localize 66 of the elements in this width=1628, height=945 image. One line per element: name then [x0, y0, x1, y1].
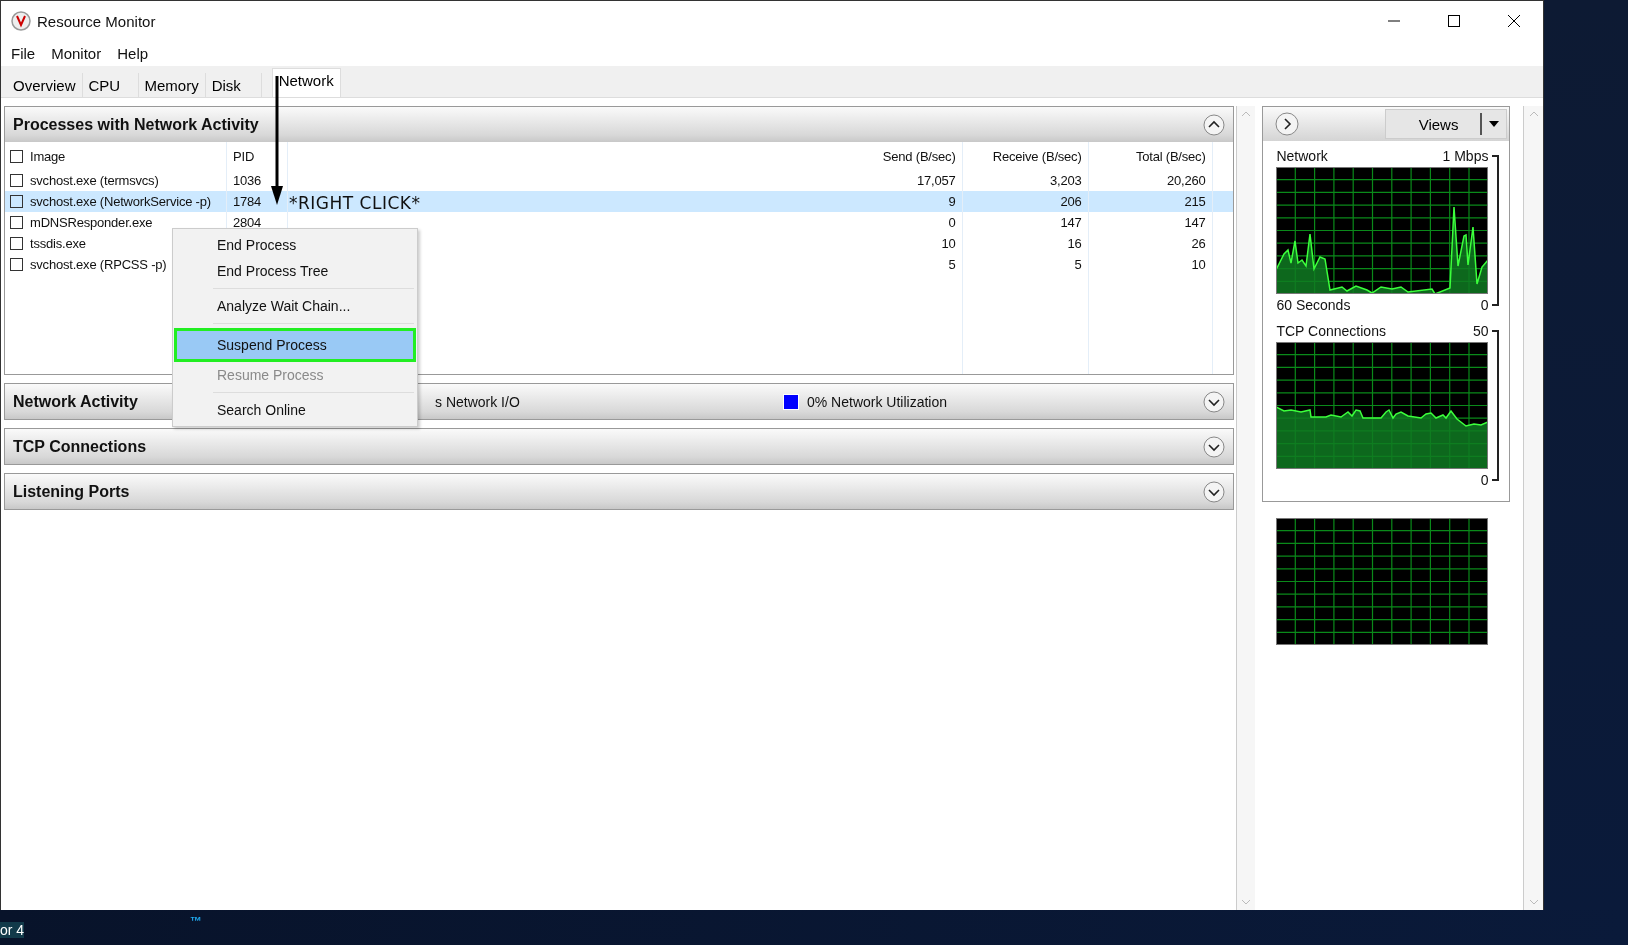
scale-max: 1 Mbps	[1442, 148, 1489, 164]
table-cell: 0	[948, 215, 956, 230]
dropdown-icon	[1488, 120, 1501, 128]
expand-button[interactable]	[1275, 112, 1300, 136]
table-cell: 10	[1191, 257, 1206, 272]
graph-title: Network	[1276, 148, 1328, 164]
app-icon	[11, 11, 31, 31]
table-cell: 215	[1184, 194, 1206, 209]
desktop-text: or 4	[0, 922, 25, 938]
section-header[interactable]: Listening Ports	[5, 474, 1233, 509]
menu-item[interactable]: End Process Tree	[174, 258, 416, 284]
expand-icon[interactable]	[1202, 390, 1225, 413]
table-cell: 5	[1074, 257, 1082, 272]
checkbox[interactable]	[10, 237, 23, 250]
table-cell: 1784	[233, 194, 262, 209]
checkbox[interactable]	[10, 195, 23, 208]
menu-item[interactable]: File	[11, 45, 36, 62]
table-cell: 17,057	[917, 173, 956, 188]
table-cell: tssdis.exe	[30, 236, 86, 251]
table-cell: 16	[1067, 236, 1082, 251]
table-cell: 206	[1060, 194, 1082, 209]
checkbox[interactable]	[10, 258, 23, 271]
checkbox[interactable]	[10, 216, 23, 229]
table-cell: 9	[948, 194, 956, 209]
table-cell: 147	[1184, 215, 1206, 230]
table-cell: 147	[1060, 215, 1082, 230]
menu-item[interactable]: End Process	[174, 232, 416, 258]
collapse-icon[interactable]	[1202, 113, 1225, 136]
scale-min: 0	[1480, 472, 1489, 488]
menu-item[interactable]: Help	[117, 45, 149, 62]
table-cell: 5	[948, 257, 956, 272]
column-header[interactable]: Image	[30, 148, 66, 164]
scale-min: 0	[1480, 297, 1489, 313]
table-cell: 20,260	[1167, 173, 1206, 188]
time-span-label: 60 Seconds	[1276, 297, 1351, 313]
table-cell: 2804	[233, 215, 262, 230]
column-header[interactable]: Total (B/sec)	[1135, 148, 1206, 164]
column-header[interactable]: PID	[233, 148, 255, 164]
expand-icon[interactable]	[1202, 435, 1225, 458]
tab[interactable]: Network	[271, 68, 341, 97]
column-header[interactable]: Receive (B/sec)	[992, 148, 1082, 164]
maximize-icon	[1447, 14, 1461, 28]
table-cell: 1036	[233, 173, 262, 188]
trademark-sign: ™	[190, 914, 202, 928]
checkbox[interactable]	[10, 149, 23, 163]
expand-icon[interactable]	[1202, 480, 1225, 503]
graph-title: TCP Connections	[1276, 323, 1386, 339]
window-title: Resource Monitor	[37, 12, 156, 30]
section-header[interactable]: Processes with Network Activity	[5, 107, 1233, 142]
table-cell: svchost.exe (NetworkService -p)	[30, 194, 211, 209]
menu-item[interactable]: Monitor	[51, 45, 102, 62]
table-cell: 10	[941, 236, 956, 251]
column-header[interactable]: Send (B/sec)	[882, 148, 956, 164]
table-cell: 3,203	[1050, 173, 1082, 188]
checkbox[interactable]	[10, 174, 23, 187]
table-cell: mDNSResponder.exe	[30, 215, 153, 230]
table-cell: svchost.exe (termsvcs)	[30, 173, 159, 188]
views-button[interactable]: Views	[1385, 109, 1508, 139]
annotation-label: *RIGHT CLICK*	[289, 193, 421, 213]
table-cell: svchost.exe (RPCSS -p)	[30, 257, 167, 272]
close-icon	[1507, 14, 1521, 28]
scale-max: 50	[1472, 323, 1489, 339]
menu-item[interactable]: Suspend Process	[174, 328, 416, 362]
table-cell: 26	[1191, 236, 1206, 251]
menu-item[interactable]: Analyze Wait Chain...	[174, 293, 416, 319]
section-header[interactable]: TCP Connections	[5, 429, 1233, 464]
